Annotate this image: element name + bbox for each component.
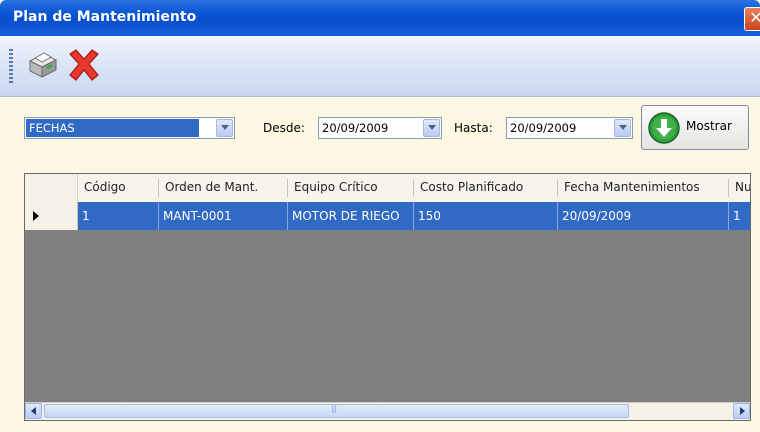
close-button[interactable]: ✕ [744, 7, 760, 31]
filter-bar: FECHAS Desde: 20/09/2009 Hasta: 20/09/20… [0, 97, 760, 167]
maintenance-grid[interactable]: Código Orden de Mant. Equipo Crítico Cos… [24, 173, 751, 421]
current-row-indicator[interactable] [25, 202, 78, 230]
mostrar-label: Mostrar [686, 119, 732, 133]
cell-orden[interactable]: MANT-0001 [159, 202, 288, 230]
arrow-down-circle-icon [648, 112, 680, 144]
title-bar[interactable]: Plan de Mantenimiento ✕ [0, 0, 760, 36]
column-header-costo[interactable]: Costo Planificado [414, 174, 557, 202]
desde-label: Desde: [263, 121, 305, 135]
column-header-nu[interactable]: Nu [729, 174, 750, 202]
chevron-down-icon[interactable] [216, 119, 233, 137]
toolbar [0, 36, 760, 97]
table-row[interactable]: 1 MANT-0001 MOTOR DE RIEGO 150 20/09/200… [25, 202, 750, 230]
row-header-corner [25, 174, 78, 202]
hasta-label: Hasta: [454, 121, 493, 135]
hasta-date-picker[interactable]: 20/09/2009 [506, 117, 633, 139]
hasta-value: 20/09/2009 [510, 121, 577, 135]
delete-icon[interactable] [64, 45, 104, 85]
chevron-down-icon[interactable] [423, 119, 440, 137]
cell-equipo[interactable]: MOTOR DE RIEGO [288, 202, 414, 230]
toolbar-grip[interactable] [9, 49, 13, 83]
window-title: Plan de Mantenimiento [13, 9, 197, 25]
column-header-fecha[interactable]: Fecha Mantenimientos [558, 174, 728, 202]
desde-value: 20/09/2009 [322, 121, 389, 135]
chevron-down-icon[interactable] [614, 119, 631, 137]
maintenance-plan-window: Plan de Mantenimiento ✕ FECHAS Desde: 20… [0, 0, 760, 432]
cell-fecha[interactable]: 20/09/2009 [558, 202, 729, 230]
cell-costo[interactable]: 150 [414, 202, 558, 230]
filter-type-value: FECHAS [29, 121, 75, 135]
grid-header: Código Orden de Mant. Equipo Crítico Cos… [25, 174, 750, 203]
scroll-left-icon[interactable] [25, 403, 42, 419]
filter-type-select[interactable]: FECHAS [24, 117, 235, 139]
horizontal-scrollbar[interactable] [25, 402, 750, 420]
printer-icon[interactable] [22, 45, 62, 85]
column-header-equipo[interactable]: Equipo Crítico [288, 174, 413, 202]
desde-date-picker[interactable]: 20/09/2009 [318, 117, 442, 139]
scroll-right-icon[interactable] [733, 403, 750, 419]
column-header-orden[interactable]: Orden de Mant. [159, 174, 287, 202]
scroll-thumb[interactable] [44, 404, 629, 418]
column-header-codigo[interactable]: Código [78, 174, 158, 202]
cell-codigo[interactable]: 1 [78, 202, 159, 230]
mostrar-button[interactable]: Mostrar [641, 105, 749, 150]
cell-nu[interactable]: 1 [729, 202, 750, 230]
